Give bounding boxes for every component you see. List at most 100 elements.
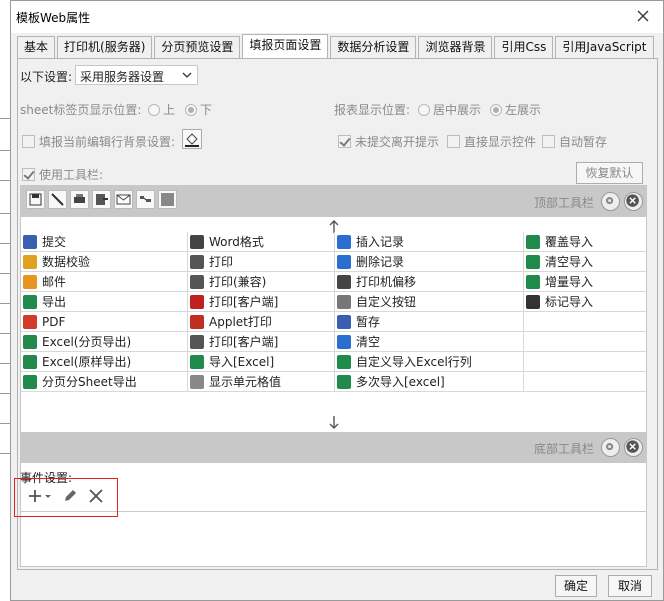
report-position-label: 报表显示位置: — [334, 103, 411, 117]
mail-icon[interactable] — [114, 190, 133, 209]
checkbox-icon — [22, 135, 35, 148]
toolbar-button-item[interactable]: 自定义导入Excel行列 — [335, 352, 524, 372]
toolbar-button-item[interactable]: 导出 — [21, 292, 188, 312]
close-icon[interactable] — [633, 6, 653, 26]
toolbar-row: 邮件 打印(兼容) 打印机偏移 增量导入 — [21, 272, 646, 292]
toolbar-button-item[interactable]: 打印 — [188, 252, 335, 272]
cancel-button[interactable]: 取消 — [608, 575, 652, 597]
toolbar-button-item[interactable]: 邮件 — [21, 272, 188, 292]
tab-page-preview[interactable]: 分页预览设置 — [154, 36, 241, 58]
checkbox-checked-icon — [338, 135, 351, 148]
mode-select[interactable]: 采用服务器设置 — [75, 65, 198, 85]
report-left-radio[interactable]: 左展示 — [490, 101, 541, 118]
delete-record-icon — [337, 254, 351, 269]
use-toolbar-checkbox[interactable]: 使用工具栏: — [22, 166, 103, 183]
toolbar-button-item[interactable]: PDF — [21, 312, 188, 332]
bottom-toolbar[interactable]: 底部工具栏 — [21, 432, 646, 463]
sheet-bottom-radio[interactable]: 下 — [185, 101, 212, 118]
toolbar-button-item[interactable]: 插入记录 — [335, 232, 524, 252]
restore-default-button[interactable]: 恢复默认 — [576, 162, 643, 184]
top-toolbar[interactable]: 顶部工具栏 — [21, 186, 646, 217]
tab-data-analysis[interactable]: 数据分析设置 — [330, 36, 417, 58]
toolbar-button-item[interactable]: 数据校验 — [21, 252, 188, 272]
toolbar-button-item[interactable]: 覆盖导入 — [524, 232, 646, 252]
toolbar-button-item[interactable]: 清空导入 — [524, 252, 646, 272]
move-down-arrow[interactable] — [21, 412, 646, 432]
toolbar-button-label: 显示单元格值 — [209, 375, 282, 389]
toolbar-button-label: 清空 — [356, 335, 381, 349]
toolbar-row: 提交 Word格式 插入记录 覆盖导入 — [21, 232, 646, 252]
print-icon — [190, 334, 204, 349]
toolbar-button-label: 打印机偏移 — [356, 275, 417, 289]
toolbar-button-label: 分页分Sheet导出 — [42, 375, 137, 389]
verify-icon — [23, 254, 37, 269]
edit-bg-checkbox[interactable]: 填报当前编辑行背景设置: — [22, 133, 175, 150]
bottom-toolbar-label: 底部工具栏 — [533, 442, 594, 456]
toolbar-button-label: Excel(原样导出) — [42, 355, 132, 369]
sheet-top-radio[interactable]: 上 — [148, 101, 175, 118]
print-icon — [190, 254, 204, 269]
unsubmitted-warning-checkbox[interactable]: 未提交离开提示 — [338, 133, 439, 150]
tab-javascript[interactable]: 引用JavaScript — [555, 36, 654, 58]
toolbar-button-item[interactable]: 打印(兼容) — [188, 272, 335, 292]
report-center-radio[interactable]: 居中展示 — [418, 101, 481, 118]
toolbar-row: Excel(分页导出) 打印[客户端] 清空 — [21, 332, 646, 352]
tab-browser-bg[interactable]: 浏览器背景 — [418, 36, 493, 58]
tab-basic[interactable]: 基本 — [17, 36, 56, 58]
toolbar-button-item[interactable]: 增量导入 — [524, 272, 646, 292]
toolbar-button-item[interactable]: 打印[客户端] — [188, 332, 335, 352]
ok-button[interactable]: 确定 — [555, 575, 597, 597]
toolbar-button-label: 导入[Excel] — [209, 355, 275, 369]
toolbar-button-item[interactable]: 标记导入 — [524, 292, 646, 312]
verify-icon[interactable] — [48, 190, 67, 209]
radio-icon — [148, 104, 160, 116]
save-icon[interactable] — [26, 190, 45, 209]
toolbar-row: PDF Applet打印 暂存 — [21, 312, 646, 332]
tab-printer-server[interactable]: 打印机(服务器) — [57, 36, 153, 58]
toolbar-button-item[interactable]: Excel(原样导出) — [21, 352, 188, 372]
insert-record-icon[interactable] — [136, 190, 155, 209]
export-icon[interactable] — [92, 190, 111, 209]
eraser-icon — [337, 334, 351, 349]
close-icon[interactable] — [624, 192, 643, 211]
tab-fill-page[interactable]: 填报页面设置 — [242, 34, 329, 58]
toolbar-button-label: 覆盖导入 — [545, 235, 594, 249]
toolbar-button-item[interactable]: Word格式 — [188, 232, 335, 252]
toolbar-button-item[interactable]: 打印机偏移 — [335, 272, 524, 292]
show-control-checkbox[interactable]: 直接显示控件 — [447, 133, 536, 150]
toolbar-button-label: 标记导入 — [545, 295, 594, 309]
autosave-checkbox[interactable]: 自动暂存 — [542, 133, 607, 150]
events-list[interactable] — [20, 511, 647, 567]
toolbar-button-item[interactable]: 清空 — [335, 332, 524, 352]
gear-icon[interactable] — [601, 192, 620, 211]
toolbar-button-item[interactable]: 多次导入[excel] — [335, 372, 524, 392]
paint-bucket-icon[interactable] — [182, 129, 202, 149]
unsubmitted-label: 未提交离开提示 — [355, 135, 440, 149]
mail-icon — [23, 274, 37, 289]
blank-icon[interactable] — [158, 190, 177, 209]
toolbar-button-item[interactable]: Applet打印 — [188, 312, 335, 332]
top-toolbar-label: 顶部工具栏 — [533, 196, 594, 210]
tab-css[interactable]: 引用Css — [494, 36, 554, 58]
save-icon — [337, 314, 351, 329]
arrow-down-icon — [329, 416, 339, 429]
checkbox-icon — [447, 135, 460, 148]
toolbar-button-item[interactable]: 自定义按钮 — [335, 292, 524, 312]
submit-icon — [23, 234, 37, 249]
toolbar-button-item[interactable]: 提交 — [21, 232, 188, 252]
insert-record-icon — [337, 234, 351, 249]
close-icon[interactable] — [624, 438, 643, 457]
toolbar-button-item[interactable]: 暂存 — [335, 312, 524, 332]
print-icon[interactable] — [70, 190, 89, 209]
toolbar-button-item[interactable]: Excel(分页导出) — [21, 332, 188, 352]
toolbar-button-item[interactable]: 分页分Sheet导出 — [21, 372, 188, 392]
java-icon — [190, 314, 204, 329]
toolbar-button-item[interactable]: 显示单元格值 — [188, 372, 335, 392]
window-title: 模板Web属性 — [16, 11, 91, 25]
toolbar-button-item[interactable]: 打印[客户端] — [188, 292, 335, 312]
toolbar-button-item[interactable]: 导入[Excel] — [188, 352, 335, 372]
gear-icon[interactable] — [601, 438, 620, 457]
toolbar-button-item[interactable]: 删除记录 — [335, 252, 524, 272]
toolbar-editor: 顶部工具栏 提交 Word格式 插入记录 覆盖导入 数据校验 打印 删除记录 清空导入 邮件 打印… — [20, 185, 647, 515]
toolbar-button-label: Excel(分页导出) — [42, 335, 132, 349]
